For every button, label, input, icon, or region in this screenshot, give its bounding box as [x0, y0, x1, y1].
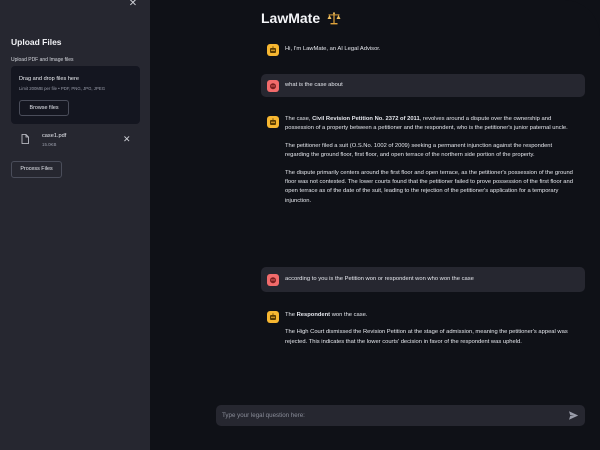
user-message: what is the case about [261, 74, 585, 97]
message-text: Hi, I'm LawMate, an AI Legal Advisor. [285, 46, 381, 52]
answer-paragraph: The petitioner filed a suit (O.S.No. 100… [285, 142, 553, 159]
app-window: ✕ Upload Files Upload PDF and Image file… [0, 0, 600, 450]
file-icon [21, 134, 29, 144]
user-avatar-icon [267, 80, 279, 92]
sidebar-title: Upload Files [11, 37, 62, 47]
assistant-message: The case, Civil Revision Petition No. 23… [261, 110, 585, 250]
message-text: what is the case about [285, 82, 343, 88]
sidebar: ✕ Upload Files Upload PDF and Image file… [0, 0, 150, 450]
answer-paragraph: The case, Civil Revision Petition No. 23… [285, 116, 568, 132]
dropzone-limit: Limit 200MB per file • PDF, PNG, JPG, JP… [19, 86, 106, 91]
file-name: case1.pdf [42, 133, 67, 139]
browse-files-button[interactable]: Browse files [19, 100, 69, 116]
assistant-message: The Respondent won the case. The High Co… [261, 306, 585, 376]
scale-icon [327, 12, 341, 25]
close-icon[interactable]: ✕ [128, 0, 138, 9]
sidebar-subtitle: Upload PDF and Image files [11, 57, 74, 63]
answer-paragraph: The dispute primarily centers around the… [285, 169, 573, 204]
question-input[interactable] [222, 408, 552, 423]
answer-paragraph: The High Court dismissed the Revision Pe… [285, 329, 568, 345]
answer-paragraph: The Respondent won the case. [285, 312, 368, 318]
assistant-message: Hi, I'm LawMate, an AI Legal Advisor. [261, 40, 585, 60]
send-icon[interactable] [568, 410, 579, 421]
dropzone-title: Drag and drop files here [19, 76, 80, 82]
process-files-button[interactable]: Process Files [11, 161, 62, 178]
bot-avatar-icon [267, 116, 279, 128]
uploaded-file: case1.pdf 15.0KB ✕ [11, 130, 140, 152]
user-avatar-icon [267, 274, 279, 286]
remove-icon[interactable]: ✕ [123, 134, 131, 144]
page-title: LawMate [261, 10, 321, 26]
file-dropzone[interactable]: Drag and drop files here Limit 200MB per… [11, 66, 140, 124]
file-size: 15.0KB [42, 142, 57, 147]
chat-input-bar [216, 405, 585, 426]
user-message: according to you is the Petition won or … [261, 267, 585, 292]
message-text: The Respondent won the case. The High Co… [285, 311, 575, 355]
message-text: The case, Civil Revision Petition No. 23… [285, 115, 575, 214]
bot-avatar-icon [267, 311, 279, 323]
message-text: according to you is the Petition won or … [285, 276, 474, 282]
bot-avatar-icon [267, 44, 279, 56]
